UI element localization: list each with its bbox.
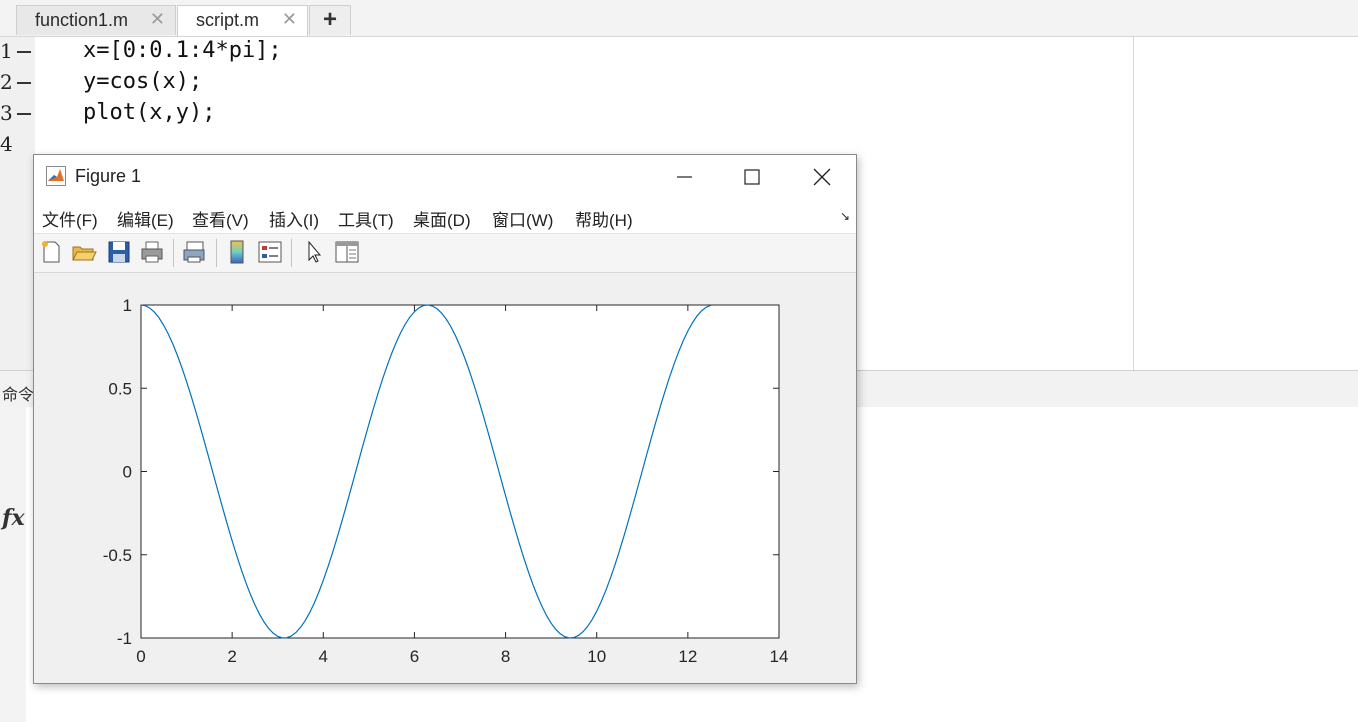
- close-icon[interactable]: ✕: [282, 9, 297, 30]
- breakpoint-dash[interactable]: [17, 113, 31, 115]
- toolbar-separator: [291, 239, 292, 267]
- toolbar-separator: [216, 239, 217, 267]
- menu-file[interactable]: 文件(F): [42, 206, 98, 231]
- command-window-label: 命令: [2, 387, 35, 404]
- pointer-icon[interactable]: [301, 239, 327, 265]
- line-number: 2: [0, 70, 13, 94]
- breakpoint-dash[interactable]: [17, 82, 31, 84]
- code-line[interactable]: plot(x,y);: [83, 100, 215, 125]
- figure-window: Figure 1 文件(F) 编辑(E) 查看(V) 插入(I) 工具(T) 桌…: [33, 154, 857, 684]
- line-number: 1: [0, 39, 13, 63]
- code-line[interactable]: x=[0:0.1:4*pi];: [83, 38, 282, 63]
- new-figure-icon[interactable]: [38, 239, 64, 265]
- line-number: 3: [0, 101, 13, 125]
- close-icon[interactable]: ✕: [150, 9, 165, 30]
- legend-icon[interactable]: [257, 239, 283, 265]
- axes-box: [140, 304, 780, 639]
- x-tick-label: 8: [501, 647, 510, 666]
- tab-label: function1.m: [35, 10, 129, 30]
- figure-toolbar: [34, 234, 856, 273]
- editor-tab-bar: function1.m ✕ script.m ✕ +: [0, 0, 1358, 37]
- line-chart: 0 2 4 6 8 10 12 14 1 0.5 0 -0.5 -1: [103, 296, 789, 666]
- minimize-icon[interactable]: [664, 163, 704, 191]
- menu-edit[interactable]: 编辑(E): [117, 206, 174, 231]
- open-file-icon[interactable]: [71, 239, 97, 265]
- menu-view[interactable]: 查看(V): [192, 206, 249, 231]
- tab-label: script.m: [196, 10, 259, 30]
- print-preview-icon[interactable]: [181, 239, 207, 265]
- breakpoint-dash[interactable]: [17, 51, 31, 53]
- figure-title-bar[interactable]: Figure 1: [34, 155, 856, 197]
- save-icon[interactable]: [106, 239, 132, 265]
- command-gutter: [0, 407, 26, 722]
- tab-function1[interactable]: function1.m ✕: [16, 5, 176, 35]
- figure-title: Figure 1: [75, 166, 142, 186]
- tab-script[interactable]: script.m ✕: [177, 5, 308, 36]
- x-tick-label: 12: [678, 647, 697, 666]
- print-icon[interactable]: [139, 239, 165, 265]
- menu-window[interactable]: 窗口(W): [492, 206, 553, 231]
- line-number: 4: [0, 132, 13, 156]
- menu-desktop[interactable]: 桌面(D): [413, 206, 471, 231]
- y-tick-label: -0.5: [103, 546, 132, 565]
- menu-tools[interactable]: 工具(T): [338, 206, 394, 231]
- dock-arrow-icon[interactable]: ↘: [840, 209, 850, 223]
- right-margin-line: [1133, 37, 1134, 370]
- plot-area[interactable]: 0 2 4 6 8 10 12 14 1 0.5 0 -0.5 -1: [34, 273, 856, 683]
- figure-menu-bar: 文件(F) 编辑(E) 查看(V) 插入(I) 工具(T) 桌面(D) 窗口(W…: [34, 197, 856, 234]
- x-tick-label: 10: [587, 647, 606, 666]
- x-tick-label: 4: [319, 647, 328, 666]
- code-line[interactable]: y=cos(x);: [83, 69, 202, 94]
- y-tick-label: 0.5: [108, 379, 132, 398]
- property-editor-icon[interactable]: [334, 239, 360, 265]
- matlab-logo-icon: [46, 166, 66, 186]
- x-tick-label: 2: [227, 647, 236, 666]
- y-tick-label: 1: [123, 296, 132, 315]
- menu-insert[interactable]: 插入(I): [269, 206, 319, 231]
- toolbar-separator: [173, 239, 174, 267]
- new-tab-button[interactable]: +: [309, 5, 351, 35]
- x-tick-label: 0: [136, 647, 145, 666]
- close-icon[interactable]: [802, 163, 842, 191]
- maximize-icon[interactable]: [732, 163, 772, 191]
- fx-icon[interactable]: fx: [2, 505, 25, 531]
- x-tick-label: 6: [410, 647, 419, 666]
- y-tick-label: -1: [117, 629, 132, 648]
- menu-help[interactable]: 帮助(H): [575, 206, 633, 231]
- x-tick-label: 14: [770, 647, 789, 666]
- y-tick-label: 0: [123, 463, 132, 482]
- colorbar-icon[interactable]: [224, 239, 250, 265]
